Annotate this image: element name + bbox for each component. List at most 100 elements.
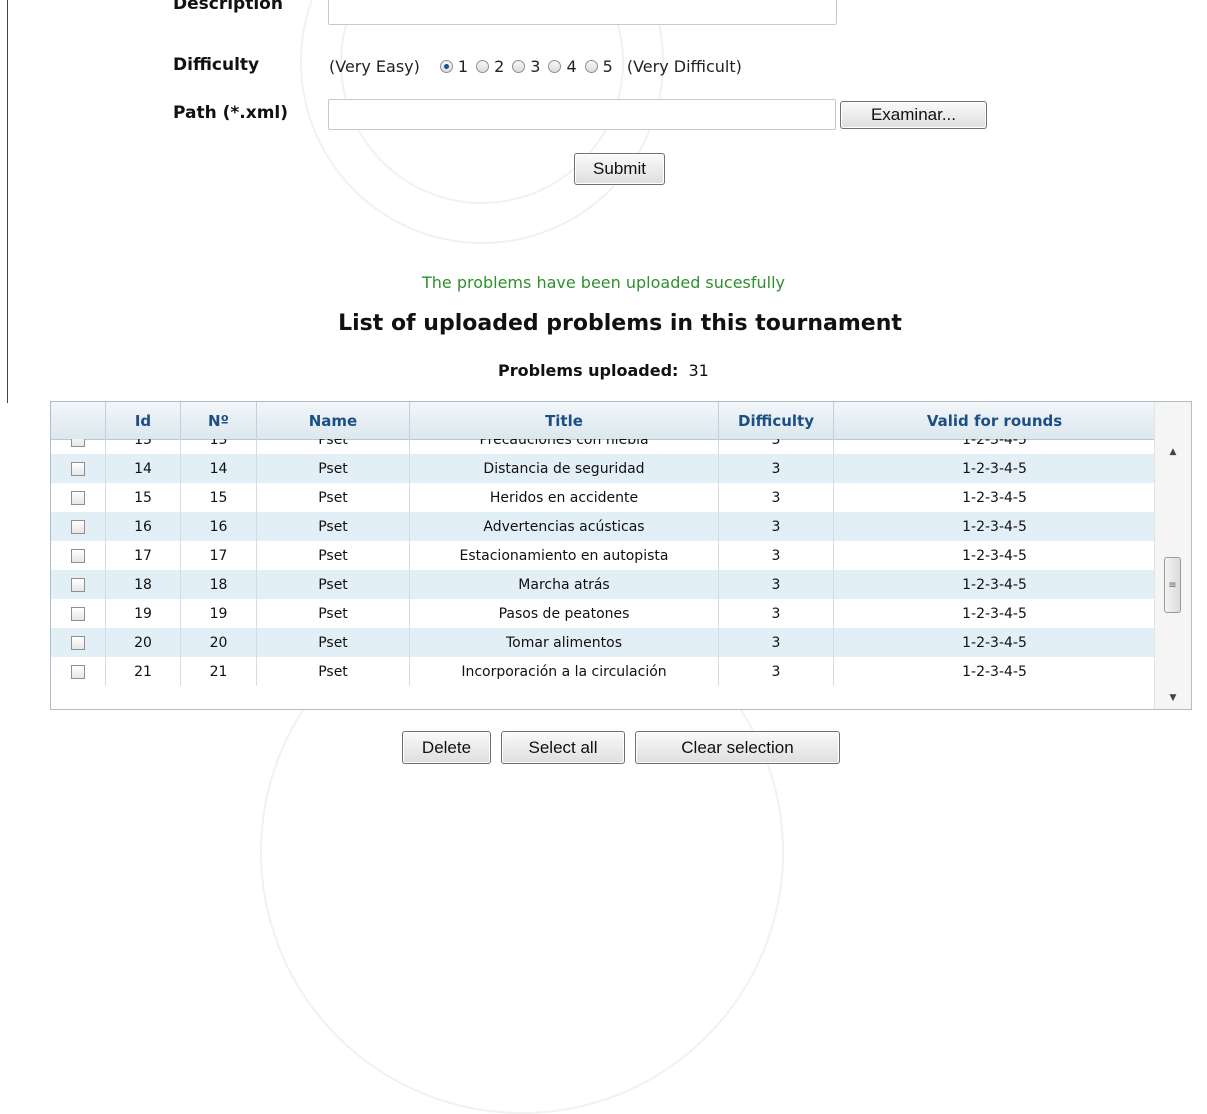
table-row: 14 14 Pset Distancia de seguridad 3 1-2-… bbox=[51, 454, 1156, 483]
cell-title: Tomar alimentos bbox=[410, 628, 719, 657]
difficulty-option-label: 1 bbox=[457, 56, 469, 76]
table-row: 13 13 Pset Precauciones con niebla 3 1-2… bbox=[51, 439, 1156, 454]
cell-valid-rounds: 1-2-3-4-5 bbox=[834, 483, 1156, 512]
difficulty-low-label: (Very Easy) bbox=[329, 56, 420, 76]
problems-count-label: Problems uploaded: bbox=[498, 361, 679, 380]
row-checkbox[interactable] bbox=[71, 548, 85, 563]
cell-name: Pset bbox=[257, 512, 410, 541]
cell-valid-rounds: 1-2-3-4-5 bbox=[834, 657, 1156, 686]
browse-button[interactable]: Examinar... bbox=[840, 101, 987, 129]
cell-id: 19 bbox=[106, 599, 181, 628]
cell-valid-rounds: 1-2-3-4-5 bbox=[834, 439, 1156, 454]
difficulty-radio-3[interactable] bbox=[512, 59, 526, 73]
row-checkbox[interactable] bbox=[71, 606, 85, 621]
cell-name: Pset bbox=[257, 483, 410, 512]
difficulty-radio-1[interactable] bbox=[439, 59, 453, 73]
cell-id: 15 bbox=[106, 483, 181, 512]
cell-difficulty: 3 bbox=[719, 541, 834, 570]
row-checkbox[interactable] bbox=[71, 490, 85, 505]
upload-success-message: The problems have been uploaded sucesful… bbox=[421, 273, 786, 292]
row-checkbox[interactable] bbox=[71, 577, 85, 592]
table-header: Id Nº Name Title Difficulty Valid for ro… bbox=[51, 402, 1156, 440]
difficulty-option-label: 3 bbox=[530, 56, 541, 76]
header-number[interactable]: Nº bbox=[181, 402, 257, 439]
cell-number: 21 bbox=[181, 657, 257, 686]
cell-difficulty: 3 bbox=[719, 570, 834, 599]
table-scrollbar[interactable]: ▲ ≡ ▼ bbox=[1154, 402, 1191, 709]
cell-name: Pset bbox=[257, 628, 410, 657]
cell-number: 13 bbox=[181, 439, 257, 454]
row-select-cell bbox=[51, 599, 106, 628]
header-name[interactable]: Name bbox=[257, 402, 410, 439]
difficulty-label: Difficulty bbox=[173, 55, 260, 75]
cell-difficulty: 3 bbox=[719, 599, 834, 628]
cell-valid-rounds: 1-2-3-4-5 bbox=[834, 454, 1156, 483]
cell-number: 20 bbox=[181, 628, 257, 657]
table-row: 18 18 Pset Marcha atrás 3 1-2-3-4-5 bbox=[51, 570, 1156, 599]
cell-title: Estacionamiento en autopista bbox=[410, 541, 719, 570]
cell-id: 16 bbox=[106, 512, 181, 541]
select-all-button[interactable]: Select all bbox=[501, 731, 625, 764]
cell-title: Advertencias acústicas bbox=[410, 512, 719, 541]
scroll-down-icon[interactable]: ▼ bbox=[1155, 688, 1191, 708]
cell-difficulty: 3 bbox=[719, 628, 834, 657]
difficulty-option-label: 2 bbox=[494, 56, 505, 76]
list-title: List of uploaded problems in this tourna… bbox=[338, 311, 902, 336]
path-input[interactable] bbox=[328, 99, 836, 130]
header-difficulty[interactable]: Difficulty bbox=[719, 402, 834, 439]
cell-title: Incorporación a la circulación bbox=[410, 657, 719, 686]
table-body: 13 13 Pset Precauciones con niebla 3 1-2… bbox=[51, 439, 1156, 709]
cell-number: 19 bbox=[181, 599, 257, 628]
cell-id: 21 bbox=[106, 657, 181, 686]
description-field[interactable] bbox=[328, 0, 837, 25]
row-checkbox[interactable] bbox=[71, 461, 85, 476]
row-checkbox[interactable] bbox=[71, 664, 85, 679]
cell-name: Pset bbox=[257, 657, 410, 686]
row-checkbox[interactable] bbox=[71, 439, 85, 447]
table-row: 20 20 Pset Tomar alimentos 3 1-2-3-4-5 bbox=[51, 628, 1156, 657]
header-valid-rounds[interactable]: Valid for rounds bbox=[834, 402, 1156, 439]
path-label: Path (*.xml) bbox=[173, 103, 289, 123]
row-select-cell bbox=[51, 628, 106, 657]
cell-difficulty: 3 bbox=[719, 657, 834, 686]
row-select-cell bbox=[51, 541, 106, 570]
row-select-cell bbox=[51, 483, 106, 512]
cell-number: 18 bbox=[181, 570, 257, 599]
problems-count-value: 31 bbox=[688, 361, 709, 380]
row-select-cell bbox=[51, 512, 106, 541]
cell-title: Pasos de peatones bbox=[410, 599, 719, 628]
difficulty-option-label: 5 bbox=[602, 56, 613, 76]
cell-valid-rounds: 1-2-3-4-5 bbox=[834, 628, 1156, 657]
problems-count: Problems uploaded: 31 bbox=[498, 361, 709, 380]
cell-name: Pset bbox=[257, 570, 410, 599]
delete-button[interactable]: Delete bbox=[402, 731, 491, 764]
row-select-cell bbox=[51, 454, 106, 483]
cell-number: 15 bbox=[181, 483, 257, 512]
cell-title: Heridos en accidente bbox=[410, 483, 719, 512]
difficulty-radio-5[interactable] bbox=[584, 59, 598, 73]
row-checkbox[interactable] bbox=[71, 635, 85, 650]
row-select-cell bbox=[51, 657, 106, 686]
header-title[interactable]: Title bbox=[410, 402, 719, 439]
cell-difficulty: 3 bbox=[719, 439, 834, 454]
cell-name: Pset bbox=[257, 439, 410, 454]
cell-valid-rounds: 1-2-3-4-5 bbox=[834, 512, 1156, 541]
difficulty-selector: (Very Easy) 1 2 3 4 5 (Very Difficult) bbox=[329, 53, 742, 79]
difficulty-option-label: 4 bbox=[566, 56, 577, 76]
difficulty-radio-4[interactable] bbox=[548, 59, 562, 73]
cell-number: 16 bbox=[181, 512, 257, 541]
cell-name: Pset bbox=[257, 454, 410, 483]
difficulty-high-label: (Very Difficult) bbox=[626, 56, 742, 76]
header-id[interactable]: Id bbox=[106, 402, 181, 439]
cell-id: 14 bbox=[106, 454, 181, 483]
cell-number: 14 bbox=[181, 454, 257, 483]
cell-id: 13 bbox=[106, 439, 181, 454]
clear-selection-button[interactable]: Clear selection bbox=[635, 731, 840, 764]
submit-button[interactable]: Submit bbox=[574, 153, 665, 185]
row-checkbox[interactable] bbox=[71, 519, 85, 534]
scrollbar-thumb[interactable]: ≡ bbox=[1164, 557, 1181, 613]
page-left-border bbox=[7, 0, 8, 403]
cell-title: Distancia de seguridad bbox=[410, 454, 719, 483]
difficulty-radio-2[interactable] bbox=[476, 59, 490, 73]
scroll-up-icon[interactable]: ▲ bbox=[1155, 442, 1191, 462]
